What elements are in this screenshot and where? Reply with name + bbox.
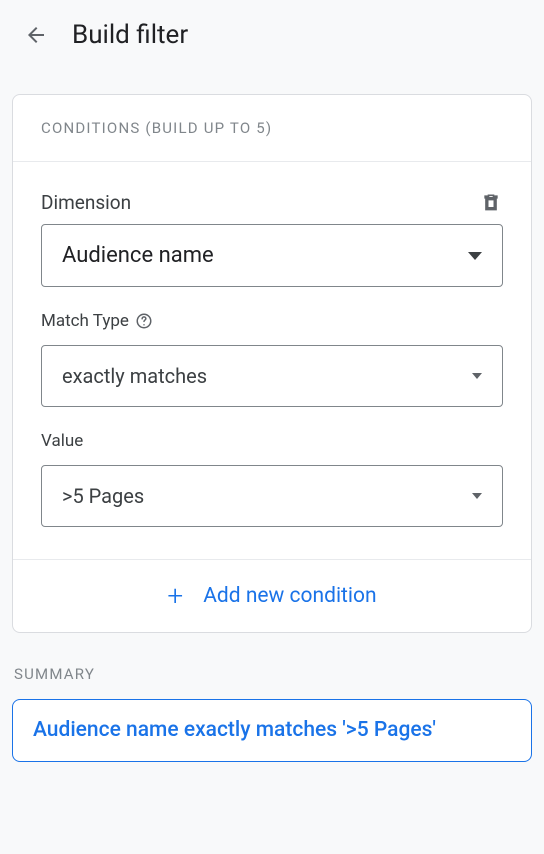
value-label: Value	[41, 431, 503, 451]
help-circle-icon	[135, 312, 153, 330]
plus-icon: +	[167, 582, 183, 610]
match-type-help-button[interactable]	[135, 312, 153, 330]
match-type-field-group: Match Type exactly matches	[41, 311, 503, 407]
value-field-group: Value >5 Pages	[41, 431, 503, 527]
back-arrow-button[interactable]	[24, 23, 48, 47]
add-condition-button[interactable]: + Add new condition	[13, 559, 531, 632]
trash-icon	[481, 191, 501, 213]
dimension-field-group: Dimension Audience name	[41, 190, 503, 287]
conditions-title: CONDITIONS (BUILD UP TO 5)	[41, 119, 503, 137]
dimension-select[interactable]: Audience name	[41, 224, 503, 287]
dimension-field-header: Dimension	[41, 190, 503, 214]
value-field-value: >5 Pages	[62, 484, 144, 508]
match-type-label-row: Match Type	[41, 311, 503, 331]
summary-text: Audience name exactly matches '>5 Pages'	[33, 716, 511, 745]
summary-title: SUMMARY	[12, 665, 532, 683]
arrow-left-icon	[24, 23, 48, 47]
delete-condition-button[interactable]	[479, 190, 503, 214]
summary-section: SUMMARY Audience name exactly matches '>…	[0, 657, 544, 770]
conditions-card: CONDITIONS (BUILD UP TO 5) Dimension Aud…	[12, 94, 532, 633]
match-type-value: exactly matches	[62, 364, 207, 388]
summary-card[interactable]: Audience name exactly matches '>5 Pages'	[12, 699, 532, 762]
chevron-down-icon	[472, 493, 482, 499]
dimension-value: Audience name	[62, 243, 214, 268]
conditions-header: CONDITIONS (BUILD UP TO 5)	[13, 95, 531, 162]
match-type-select[interactable]: exactly matches	[41, 345, 503, 407]
dimension-label: Dimension	[41, 191, 131, 214]
conditions-body: Dimension Audience name Match Type	[13, 162, 531, 559]
match-type-label: Match Type	[41, 311, 129, 331]
page-title: Build filter	[72, 20, 188, 50]
app-header: Build filter	[0, 0, 544, 70]
add-condition-label: Add new condition	[203, 584, 376, 608]
chevron-down-icon	[468, 252, 482, 260]
value-select[interactable]: >5 Pages	[41, 465, 503, 527]
chevron-down-icon	[472, 373, 482, 379]
